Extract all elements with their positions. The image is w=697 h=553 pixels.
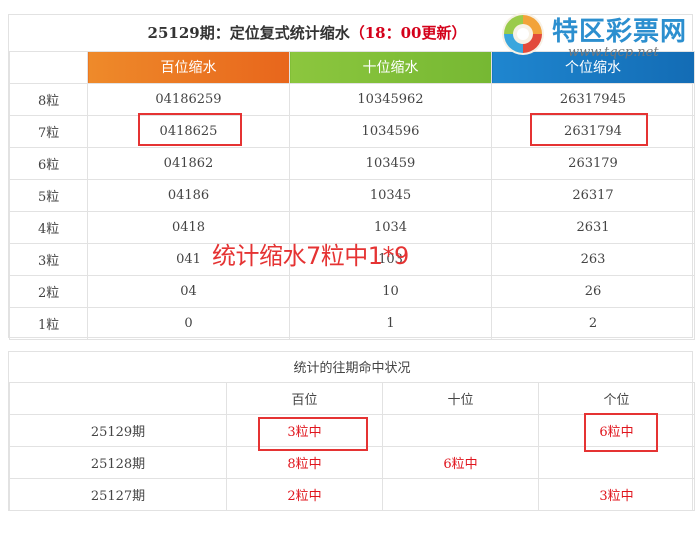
highlight-box bbox=[138, 113, 242, 146]
logo-url: www.tqcp.net bbox=[568, 45, 659, 60]
history-cell-shi bbox=[382, 477, 539, 511]
cell-bai: 0 bbox=[87, 306, 290, 340]
table-row: 1粒 0 1 2 bbox=[9, 306, 695, 340]
header-shi: 十位缩水 bbox=[289, 50, 492, 84]
cell-ge: 263179 bbox=[491, 146, 695, 180]
history-cell-ge: 3粒中 bbox=[537, 477, 696, 511]
annotation-text: 统计缩水7粒中1*9 bbox=[212, 242, 409, 270]
cell-ge: 2631 bbox=[491, 210, 695, 244]
row-label: 2粒 bbox=[9, 274, 88, 308]
cell-shi: 10345 bbox=[289, 178, 492, 212]
cell-ge: 2 bbox=[491, 306, 695, 340]
table-row: 2粒 04 10 26 bbox=[9, 274, 695, 308]
history-cell-shi bbox=[382, 413, 539, 447]
site-logo[interactable]: 特区彩票网 www.tqcp.net bbox=[496, 7, 696, 63]
history-period: 25129期 bbox=[9, 413, 227, 447]
history-period: 25127期 bbox=[9, 477, 227, 511]
cell-ge: 26 bbox=[491, 274, 695, 308]
history-cell-shi: 6粒中 bbox=[382, 445, 539, 479]
cell-shi: 1 bbox=[289, 306, 492, 340]
table-row: 8粒 04186259 10345962 26317945 bbox=[9, 82, 695, 116]
highlight-box bbox=[258, 417, 368, 451]
cell-bai: 04 bbox=[87, 274, 290, 308]
row-label: 4粒 bbox=[9, 210, 88, 244]
cell-shi: 10 bbox=[289, 274, 492, 308]
cell-bai: 04186259 bbox=[87, 82, 290, 116]
row-label: 6粒 bbox=[9, 146, 88, 180]
logo-swirl-icon bbox=[502, 13, 544, 55]
row-label: 5粒 bbox=[9, 178, 88, 212]
history-header-bai: 百位 bbox=[226, 381, 383, 415]
row-label: 8粒 bbox=[9, 82, 88, 116]
history-title-row: 统计的往期命中状况 bbox=[9, 352, 695, 383]
history-header-blank bbox=[9, 381, 227, 415]
history-header-shi: 十位 bbox=[382, 381, 539, 415]
cell-shi: 1034596 bbox=[289, 114, 492, 148]
table-row: 6粒 041862 103459 263179 bbox=[9, 146, 695, 180]
history-title: 统计的往期命中状况 bbox=[9, 352, 695, 383]
history-row: 25127期 2粒中 3粒中 bbox=[9, 477, 696, 511]
update-time: （18：00更新） bbox=[349, 24, 467, 43]
title-main: 25129期：定位复式统计缩水 bbox=[147, 24, 350, 43]
history-period: 25128期 bbox=[9, 445, 227, 479]
history-header-ge: 个位 bbox=[537, 381, 696, 415]
row-label: 7粒 bbox=[9, 114, 88, 148]
cell-shi: 103459 bbox=[289, 146, 492, 180]
table-row: 5粒 04186 10345 26317 bbox=[9, 178, 695, 212]
cell-shi: 10345962 bbox=[289, 82, 492, 116]
cell-ge: 26317945 bbox=[491, 82, 695, 116]
history-header-row: 百位 十位 个位 bbox=[9, 381, 696, 415]
logo-name: 特区彩票网 bbox=[552, 17, 688, 47]
cell-bai: 041862 bbox=[87, 146, 290, 180]
highlight-box bbox=[584, 413, 658, 452]
cell-ge: 263 bbox=[491, 242, 695, 276]
cell-ge: 26317 bbox=[491, 178, 695, 212]
highlight-box bbox=[530, 113, 648, 146]
row-label: 3粒 bbox=[9, 242, 88, 276]
history-cell-bai: 2粒中 bbox=[226, 477, 383, 511]
cell-bai: 04186 bbox=[87, 178, 290, 212]
row-label: 1粒 bbox=[9, 306, 88, 340]
header-bai: 百位缩水 bbox=[87, 50, 290, 84]
header-blank bbox=[9, 50, 88, 84]
shrink-table: 25129期：定位复式统计缩水（18：00更新） 百位缩水 十位缩水 个位缩水 … bbox=[9, 15, 695, 340]
